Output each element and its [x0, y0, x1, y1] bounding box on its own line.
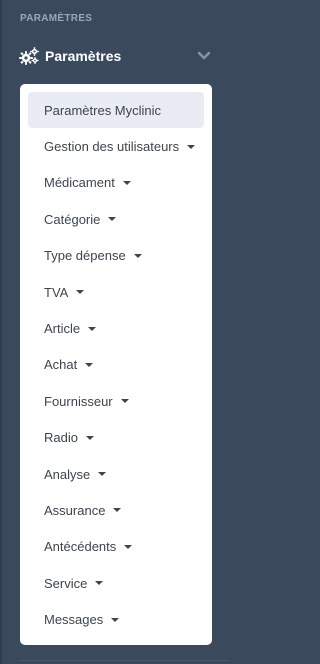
menu-parametres[interactable]: Paramètres — [0, 40, 229, 72]
section-heading: PARAMÈTRES — [20, 13, 93, 24]
caret-down-icon — [95, 581, 104, 586]
submenu-item-label: Article — [44, 321, 81, 337]
submenu-item-label: Analyse — [44, 466, 91, 482]
caret-down-icon — [85, 362, 94, 367]
submenu-item-label: Type dépense — [44, 248, 126, 264]
submenu-item-label: Assurance — [44, 502, 106, 518]
caret-down-icon — [88, 326, 97, 331]
submenu-item-article[interactable]: Article — [28, 310, 204, 346]
submenu-item-analyse[interactable]: Analyse — [28, 456, 204, 492]
caret-down-icon — [124, 544, 133, 549]
submenu-item-gestion-utilisateurs[interactable]: Gestion des utilisateurs — [28, 128, 204, 164]
submenu-item-label: Antécédents — [44, 539, 117, 555]
submenu-item-label: Gestion des utilisateurs — [44, 139, 180, 155]
submenu-item-service[interactable]: Service — [28, 565, 204, 601]
submenu-item-messages[interactable]: Messages — [28, 601, 204, 637]
submenu-item-label: Achat — [44, 357, 78, 373]
sidebar: PARAMÈTRES Paramètres Paramètres Myclini… — [0, 0, 229, 664]
submenu-item-label: Service — [44, 575, 88, 591]
caret-down-icon — [113, 508, 122, 513]
submenu-item-radio[interactable]: Radio — [28, 420, 204, 456]
caret-down-icon — [120, 399, 129, 404]
caret-down-icon — [76, 290, 85, 295]
submenu-item-parametres-myclinic[interactable]: Paramètres Myclinic — [28, 92, 204, 129]
divider — [20, 660, 229, 661]
chevron-down-icon[interactable] — [197, 50, 211, 62]
submenu-item-label: TVA — [44, 284, 69, 300]
submenu-panel: Paramètres Myclinic Gestion des utilisat… — [20, 84, 212, 645]
caret-down-icon — [111, 617, 120, 622]
submenu-item-categorie[interactable]: Catégorie — [28, 201, 204, 237]
submenu-item-antecedents[interactable]: Antécédents — [28, 529, 204, 565]
submenu-item-tva[interactable]: TVA — [28, 274, 204, 310]
submenu-item-fournisseur[interactable]: Fournisseur — [28, 383, 204, 419]
submenu-item-label: Messages — [44, 612, 104, 628]
sidebar-edge — [0, 0, 2, 664]
submenu-item-label: Radio — [44, 430, 78, 446]
submenu-item-type-depense[interactable]: Type dépense — [28, 238, 204, 274]
menu-label: Paramètres — [45, 48, 122, 64]
submenu-item-label: Fournisseur — [44, 393, 113, 409]
caret-down-icon — [98, 472, 107, 477]
submenu-item-medicament[interactable]: Médicament — [28, 165, 204, 201]
caret-down-icon — [122, 180, 131, 185]
gears-icon — [19, 47, 39, 65]
submenu-item-label: Paramètres Myclinic — [44, 102, 162, 118]
caret-down-icon — [108, 217, 117, 222]
submenu-item-label: Médicament — [44, 175, 115, 191]
submenu-item-achat[interactable]: Achat — [28, 347, 204, 383]
caret-down-icon — [187, 144, 196, 149]
caret-down-icon — [133, 253, 142, 258]
submenu-item-label: Catégorie — [44, 211, 101, 227]
caret-down-icon — [85, 435, 94, 440]
submenu-item-assurance[interactable]: Assurance — [28, 492, 204, 528]
